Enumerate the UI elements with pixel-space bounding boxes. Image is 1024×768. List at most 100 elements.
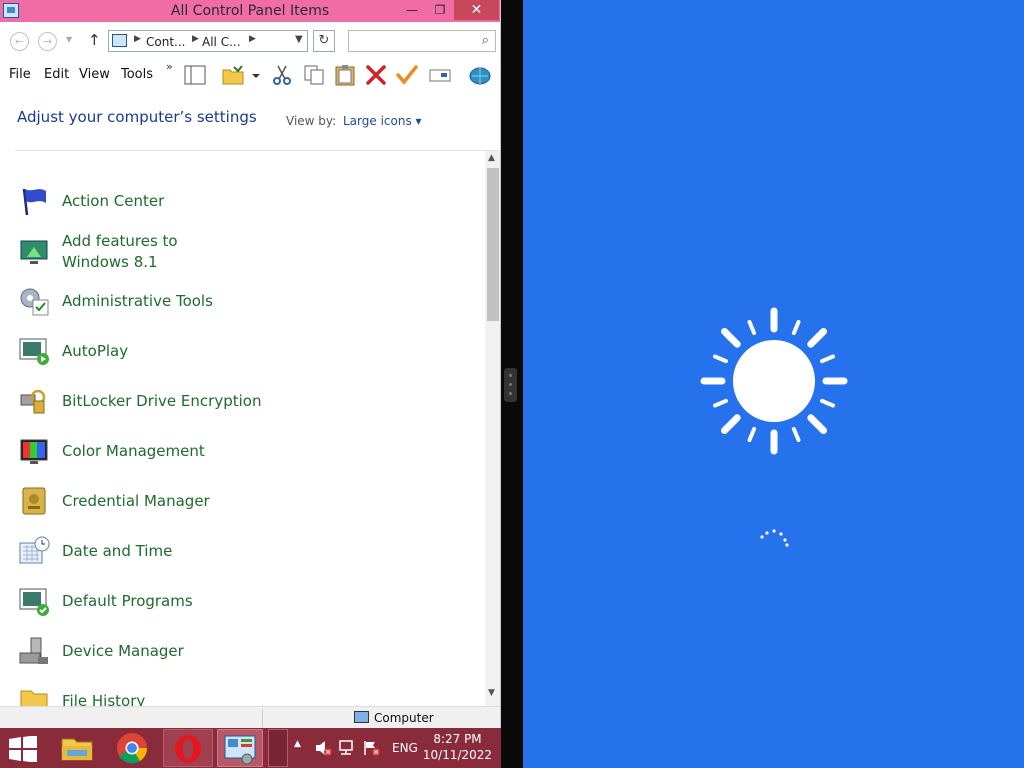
status-bar: Computer: [0, 706, 500, 728]
close-button[interactable]: ✕: [454, 0, 499, 20]
search-icon[interactable]: ⌕: [482, 33, 489, 48]
grip-dot: [509, 383, 512, 386]
autoplay-icon: [19, 338, 49, 365]
administrative-tools-icon: [20, 288, 49, 316]
chrome-taskbar-icon[interactable]: [113, 729, 151, 767]
breadcrumb-chevron-icon[interactable]: ▶: [192, 34, 199, 44]
date-time-icon: [19, 536, 50, 564]
clock-time: 8:27 PM: [433, 732, 482, 746]
list-item-label: Administrative Tools: [62, 292, 213, 310]
list-item-label: Add features to Windows 8.1: [62, 232, 178, 271]
list-item-default-programs[interactable]: Default Programs: [0, 575, 470, 625]
minimize-button[interactable]: —: [398, 0, 426, 20]
split-screen-divider[interactable]: [501, 0, 523, 768]
paste-icon[interactable]: [333, 64, 357, 86]
add-features-icon: [20, 240, 48, 264]
title-bar[interactable]: All Control Panel Items — ❐ ✕: [0, 0, 500, 22]
back-button[interactable]: ←: [10, 32, 29, 51]
breadcrumb-control-panel[interactable]: Cont...: [146, 35, 185, 49]
status-divider: [262, 709, 263, 727]
search-input[interactable]: ⌕: [348, 30, 496, 52]
breadcrumb-chevron-icon[interactable]: ▶: [249, 34, 256, 44]
control-panel-taskbar-icon: [224, 735, 256, 765]
grip-dot: [509, 374, 512, 377]
properties-check-icon[interactable]: [395, 64, 419, 86]
list-item-color-management[interactable]: Color Management: [0, 425, 470, 475]
action-center-flag-error-icon[interactable]: [362, 740, 380, 756]
toolbar-overflow-icon[interactable]: »: [166, 60, 173, 73]
action-center-flag-icon: [22, 188, 46, 216]
view-by-dropdown[interactable]: Large icons ▾: [343, 114, 422, 128]
file-explorer-taskbar-icon[interactable]: [58, 729, 96, 767]
scroll-down-arrow-icon[interactable]: ▼: [488, 688, 495, 698]
list-item-file-history[interactable]: File History: [0, 675, 470, 706]
delete-icon[interactable]: [364, 64, 388, 86]
up-button[interactable]: ↑: [88, 31, 101, 49]
opera-taskbar-button[interactable]: [163, 729, 213, 767]
copy-icon[interactable]: [302, 64, 326, 86]
vertical-scrollbar[interactable]: ▲ ▼: [485, 151, 500, 706]
computer-icon: [354, 711, 369, 723]
menu-tools[interactable]: Tools: [121, 67, 153, 82]
input-language[interactable]: ENG: [392, 741, 418, 755]
list-item-bitlocker[interactable]: BitLocker Drive Encryption: [0, 375, 470, 425]
list-item-label: Default Programs: [62, 592, 193, 610]
recent-locations-dropdown[interactable]: ▼: [66, 35, 72, 44]
list-item-action-center[interactable]: Action Center: [0, 175, 470, 225]
refresh-button[interactable]: ↻: [313, 30, 335, 52]
grip-dot: [509, 392, 512, 395]
forward-button[interactable]: →: [38, 32, 57, 51]
menu-view[interactable]: View: [79, 67, 110, 82]
list-item-label: Device Manager: [62, 642, 184, 660]
app-splash-graphic: [700, 307, 848, 547]
list-item-label: AutoPlay: [62, 342, 129, 360]
list-item-administrative-tools[interactable]: Administrative Tools: [0, 275, 470, 325]
volume-muted-icon[interactable]: [314, 740, 332, 756]
scrollbar-thumb[interactable]: [487, 168, 499, 321]
device-manager-icon: [19, 637, 48, 664]
list-item-label: BitLocker Drive Encryption: [62, 392, 262, 410]
breadcrumb-chevron-icon[interactable]: ▶: [134, 34, 141, 44]
list-item-device-manager[interactable]: Device Manager: [0, 625, 470, 675]
clock-date: 10/11/2022: [422, 748, 493, 762]
show-hidden-icons-button[interactable]: ▲: [294, 739, 301, 749]
folder-options-icon[interactable]: [221, 64, 245, 86]
dropdown-arrow-icon[interactable]: [248, 64, 264, 86]
layout-pane-icon[interactable]: [183, 64, 207, 86]
control-panel-window: All Control Panel Items — ❐ ✕ ← → ▼ ↑ ▶ …: [0, 0, 501, 728]
list-item-label: File History: [62, 692, 146, 706]
clock[interactable]: 8:27 PM 10/11/2022: [420, 732, 495, 762]
menu-edit[interactable]: Edit: [44, 67, 69, 82]
menu-file[interactable]: File: [9, 67, 31, 82]
network-icon[interactable]: [338, 740, 356, 756]
list-item-label: Color Management: [62, 442, 205, 460]
list-item-autoplay[interactable]: AutoPlay: [0, 325, 470, 375]
address-bar[interactable]: ▶ Cont... ▶ All C... ▶ ▼: [108, 30, 308, 52]
file-history-icon: [20, 690, 48, 706]
list-item-date-time[interactable]: Date and Time: [0, 525, 470, 575]
split-drag-handle[interactable]: [504, 368, 517, 402]
default-programs-icon: [19, 588, 49, 616]
list-item-label: Date and Time: [62, 542, 173, 560]
control-panel-taskbar-button[interactable]: [217, 729, 263, 767]
status-location: Computer: [374, 711, 434, 725]
globe-icon[interactable]: [468, 64, 492, 86]
list-item-credential-manager[interactable]: Credential Manager: [0, 475, 470, 525]
screen: All Control Panel Items — ❐ ✕ ← → ▼ ↑ ▶ …: [0, 0, 1024, 768]
restore-button[interactable]: ❐: [426, 0, 454, 20]
start-button-windows-icon[interactable]: [8, 736, 38, 762]
taskbar: ▲ ENG 8:27 PM 10/11/2022: [0, 728, 501, 768]
loading-spinner-icon: [760, 529, 789, 547]
list-item-label: Action Center: [62, 192, 165, 210]
menu-bar: File Edit View Tools »: [0, 60, 500, 90]
address-dropdown-icon[interactable]: ▼: [295, 34, 303, 45]
control-panel-icon: [112, 34, 127, 47]
cut-icon[interactable]: [270, 64, 294, 86]
color-management-icon: [20, 439, 48, 464]
rename-icon[interactable]: [428, 64, 452, 86]
page-title: Adjust your computer’s settings: [17, 108, 257, 126]
show-taskbar-grip[interactable]: [268, 729, 288, 767]
breadcrumb-all-items[interactable]: All C...: [202, 35, 241, 49]
scroll-up-arrow-icon[interactable]: ▲: [488, 153, 495, 163]
header-divider: [15, 150, 500, 151]
